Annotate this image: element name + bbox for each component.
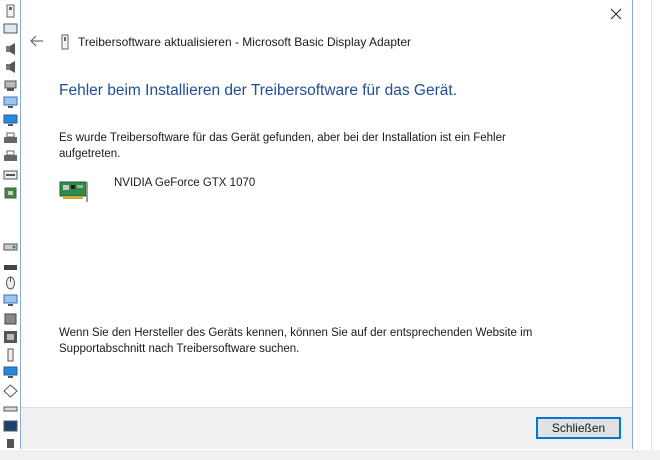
monitor-icon bbox=[3, 420, 18, 432]
back-button[interactable] bbox=[29, 33, 45, 49]
system-icon bbox=[3, 384, 18, 398]
keyboard-icon bbox=[3, 170, 18, 180]
usb-icon bbox=[7, 439, 14, 448]
error-message: Es wurde Treibersoftware für das Gerät g… bbox=[59, 132, 506, 160]
device-name: NVIDIA GeForce GTX 1070 bbox=[114, 177, 256, 189]
storage-icon bbox=[3, 406, 18, 412]
background-window-edge bbox=[633, 0, 660, 460]
background-device-icons bbox=[0, 0, 22, 460]
update-driver-dialog: Treibersoftware aktualisieren - Microsof… bbox=[20, 0, 633, 449]
display-icon bbox=[3, 23, 18, 34]
speaker-icon bbox=[6, 61, 15, 73]
speaker-icon bbox=[6, 43, 15, 55]
storage-icon bbox=[4, 265, 17, 270]
memory-icon bbox=[4, 313, 17, 325]
monitor-icon bbox=[3, 294, 18, 306]
monitor-icon bbox=[3, 114, 18, 126]
close-icon bbox=[610, 8, 622, 20]
network-icon bbox=[4, 80, 17, 91]
window-close-button[interactable] bbox=[601, 1, 631, 27]
printer-icon bbox=[4, 132, 17, 143]
manufacturer-hint: Wenn Sie den Hersteller des Geräts kenne… bbox=[59, 327, 533, 355]
arrow-left-icon bbox=[30, 35, 43, 47]
mouse-icon bbox=[6, 276, 15, 290]
usb-icon bbox=[6, 4, 15, 18]
battery-icon bbox=[7, 348, 14, 362]
monitor-icon bbox=[3, 366, 18, 378]
error-heading: Fehler beim Installieren der Treibersoft… bbox=[59, 82, 458, 99]
monitor-icon bbox=[3, 96, 18, 108]
dialog-title: Treibersoftware aktualisieren - Microsof… bbox=[78, 35, 412, 49]
close-dialog-button[interactable]: Schließen bbox=[536, 417, 621, 439]
disk-drive-icon bbox=[3, 243, 18, 251]
graphics-card-icon bbox=[59, 181, 88, 202]
processor-icon bbox=[4, 187, 17, 199]
printer-icon bbox=[4, 150, 17, 161]
background-bottom-edge bbox=[0, 450, 660, 460]
processor-icon bbox=[4, 331, 17, 343]
dialog-footer: Schließen bbox=[21, 407, 632, 449]
device-icon bbox=[61, 34, 69, 50]
